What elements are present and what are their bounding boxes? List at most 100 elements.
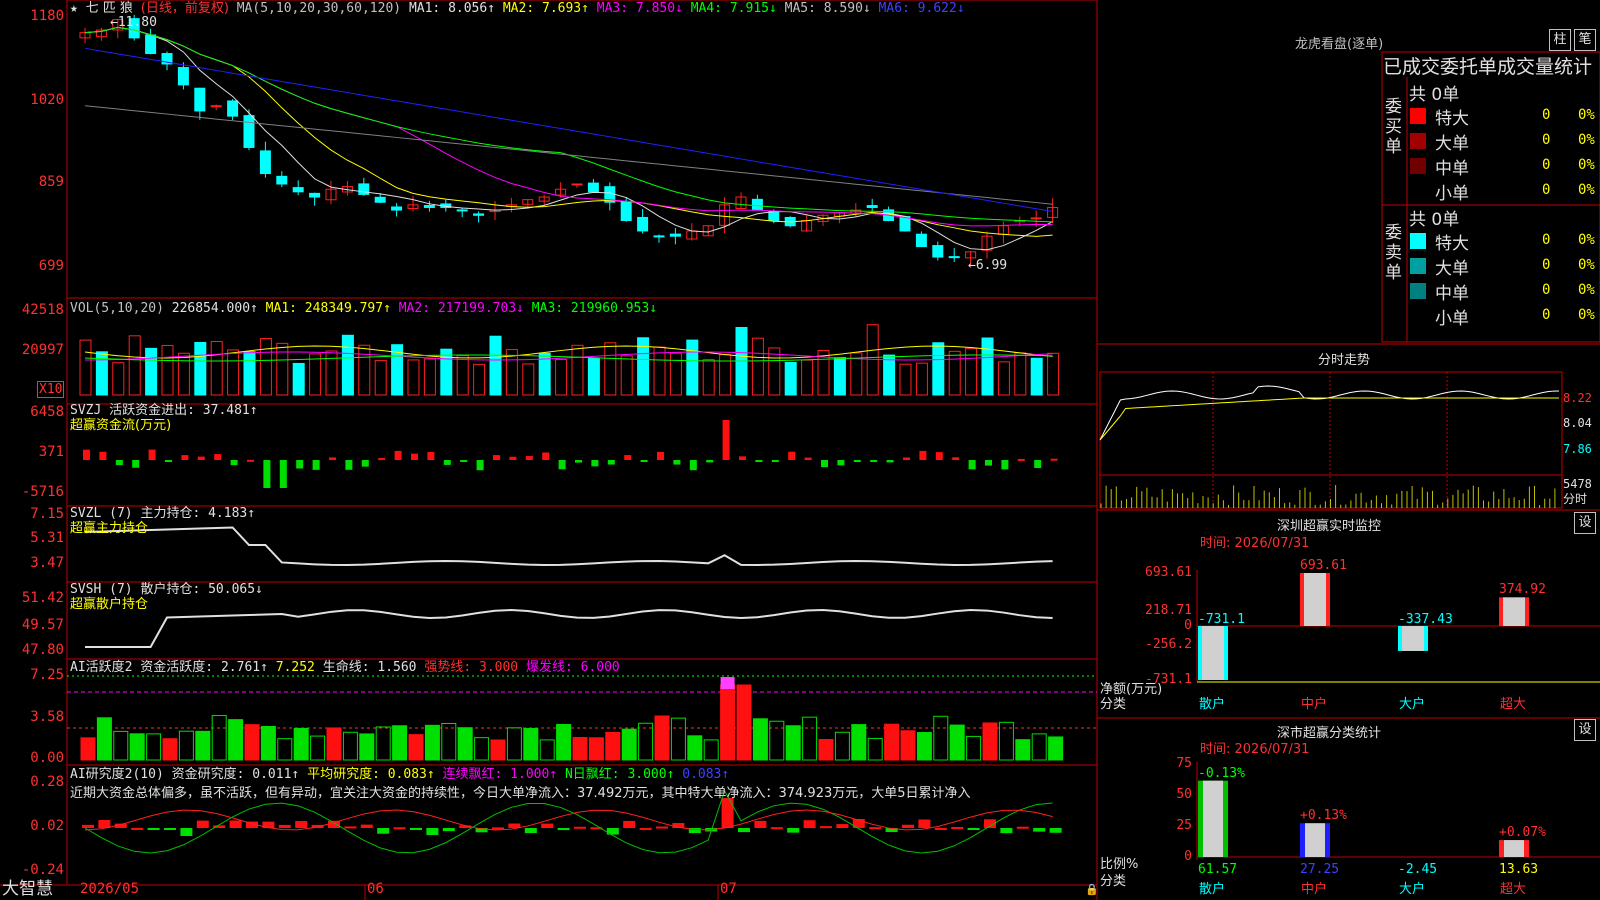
svzl-sublabel: 超赢主力持仓 <box>70 521 149 536</box>
fund-flow-bar <box>722 420 730 460</box>
activity-bar <box>211 715 227 761</box>
volume-bar <box>456 355 469 396</box>
ai-activity-label: AI活跃度2 资金活跃度: 2.761↑ <box>70 660 268 675</box>
candle <box>210 105 222 108</box>
research-bar <box>721 798 734 828</box>
ai2-tick-low: -0.24 <box>21 862 64 878</box>
research-bar <box>131 827 144 830</box>
research-bar <box>180 828 193 836</box>
volume-bar <box>161 344 174 396</box>
fund-flow-bar <box>1001 460 1009 470</box>
classify-ylabel: 比例% <box>1100 857 1139 872</box>
volume-bar <box>210 341 223 396</box>
volume-bar <box>932 342 945 396</box>
order-level-pct: 0% <box>1578 157 1595 173</box>
activity-bar <box>293 727 309 761</box>
order-level-count: 0 <box>1542 157 1551 173</box>
classify-change-label: +0.07% <box>1499 825 1546 841</box>
candle <box>358 183 370 195</box>
y-tick-1020: 1020 <box>30 92 64 108</box>
sell-side-label: 委卖单 <box>1385 223 1402 283</box>
volume-bar <box>981 337 994 396</box>
fund-flow-bar <box>148 449 156 460</box>
ai-research-avg: 平均研究度: 0.083↑ <box>307 767 435 782</box>
fund-flow-bar <box>247 459 254 462</box>
fund-flow-bar <box>99 451 107 460</box>
vol-label: VOL(5,10,20) <box>70 301 164 316</box>
fund-flow-bar <box>411 453 418 460</box>
fund-flow-bar <box>591 460 599 467</box>
fund-flow-bar <box>443 460 451 465</box>
classify-y-tick: 25 <box>1176 818 1192 833</box>
classify-settings-button[interactable]: 设 <box>1574 719 1596 741</box>
vol-ma3: MA3: 219960.953↓ <box>531 301 658 316</box>
ma1-value: MA1: 8.056↑ <box>408 1 496 16</box>
order-level-pct: 0% <box>1578 182 1595 198</box>
svsh-tick-low: 47.80 <box>21 642 64 658</box>
order-level-pct: 0% <box>1578 132 1595 148</box>
candle <box>571 183 583 186</box>
activity-bar <box>605 731 621 761</box>
classify-value-label: -2.45 <box>1398 862 1438 877</box>
fund-flow-bar <box>968 460 976 470</box>
chart-mode[interactable]: (日线，前复权) <box>141 1 229 16</box>
burst-marker <box>720 677 735 689</box>
high-price-mark: ←11.80 <box>110 15 157 30</box>
fund-flow-bar <box>853 460 861 462</box>
research-bar <box>918 819 931 828</box>
classify-change-label: -0.13% <box>1198 765 1245 781</box>
ai1-tick-low: 0.00 <box>30 750 64 766</box>
vol-tick-high: 42518 <box>21 302 64 318</box>
activity-bar <box>408 734 424 761</box>
candle <box>915 233 927 248</box>
monitor-y-tick: 693.61 <box>1145 565 1192 580</box>
research-bar <box>295 821 308 828</box>
research-bar <box>820 826 832 829</box>
fund-flow-bar <box>394 450 402 460</box>
order-level-pct: 0% <box>1578 107 1595 123</box>
ma-params: MA(5,10,20,30,60,120) <box>236 1 402 16</box>
intraday-frame <box>1099 371 1563 509</box>
svzl-label: SVZL (7) 主力持仓: 4.183↑ <box>70 506 256 521</box>
classify-bar-inner <box>1305 823 1325 857</box>
ma5-value: MA5: 8.590↓ <box>784 1 871 16</box>
y-tick-1180: 1180 <box>30 8 64 24</box>
fund-flow-bar <box>886 460 894 463</box>
fund-flow-bar <box>329 457 336 460</box>
order-color-swatch <box>1410 133 1426 149</box>
ma-line <box>84 47 1053 212</box>
candle <box>932 245 944 258</box>
activity-bar <box>752 718 768 761</box>
order-color-swatch <box>1410 108 1426 124</box>
ai2-tick-mid: 0.02 <box>30 818 64 834</box>
volume-bar <box>145 347 158 396</box>
ai1-tick-high: 7.25 <box>30 667 64 683</box>
classify-value-label: 27.25 <box>1300 862 1340 877</box>
monitor-y-tick: 218.71 <box>1145 603 1192 618</box>
bar-mode-button[interactable]: 柱 <box>1549 29 1571 51</box>
candle <box>194 87 206 112</box>
monitor-settings-button[interactable]: 设 <box>1574 512 1596 534</box>
fund-flow-bar <box>657 451 664 460</box>
svzj-tick-low: -5716 <box>21 484 64 500</box>
candle <box>456 209 468 212</box>
volume-bar <box>571 344 584 396</box>
order-color-swatch <box>1410 233 1426 249</box>
classify-y-tick: 75 <box>1176 756 1192 771</box>
y-tick-699: 699 <box>38 258 64 274</box>
candle <box>768 211 780 222</box>
volume-bar <box>751 337 764 396</box>
fund-flow-bar <box>345 460 353 470</box>
activity-bar <box>769 720 785 761</box>
monitor-category: 中户 <box>1301 697 1328 712</box>
tick-mode-button[interactable]: 笔 <box>1574 29 1596 51</box>
activity-bar <box>244 724 260 761</box>
volume-bar <box>79 339 92 396</box>
chart-canvas[interactable] <box>0 0 1600 900</box>
activity-bar <box>178 730 194 761</box>
lock-icon[interactable]: 🔒 <box>1085 882 1099 897</box>
intraday-price-high: 8.22 <box>1563 391 1592 405</box>
order-level-count: 0 <box>1542 232 1551 248</box>
volume-bar <box>194 341 207 396</box>
activity-bar <box>687 735 703 761</box>
